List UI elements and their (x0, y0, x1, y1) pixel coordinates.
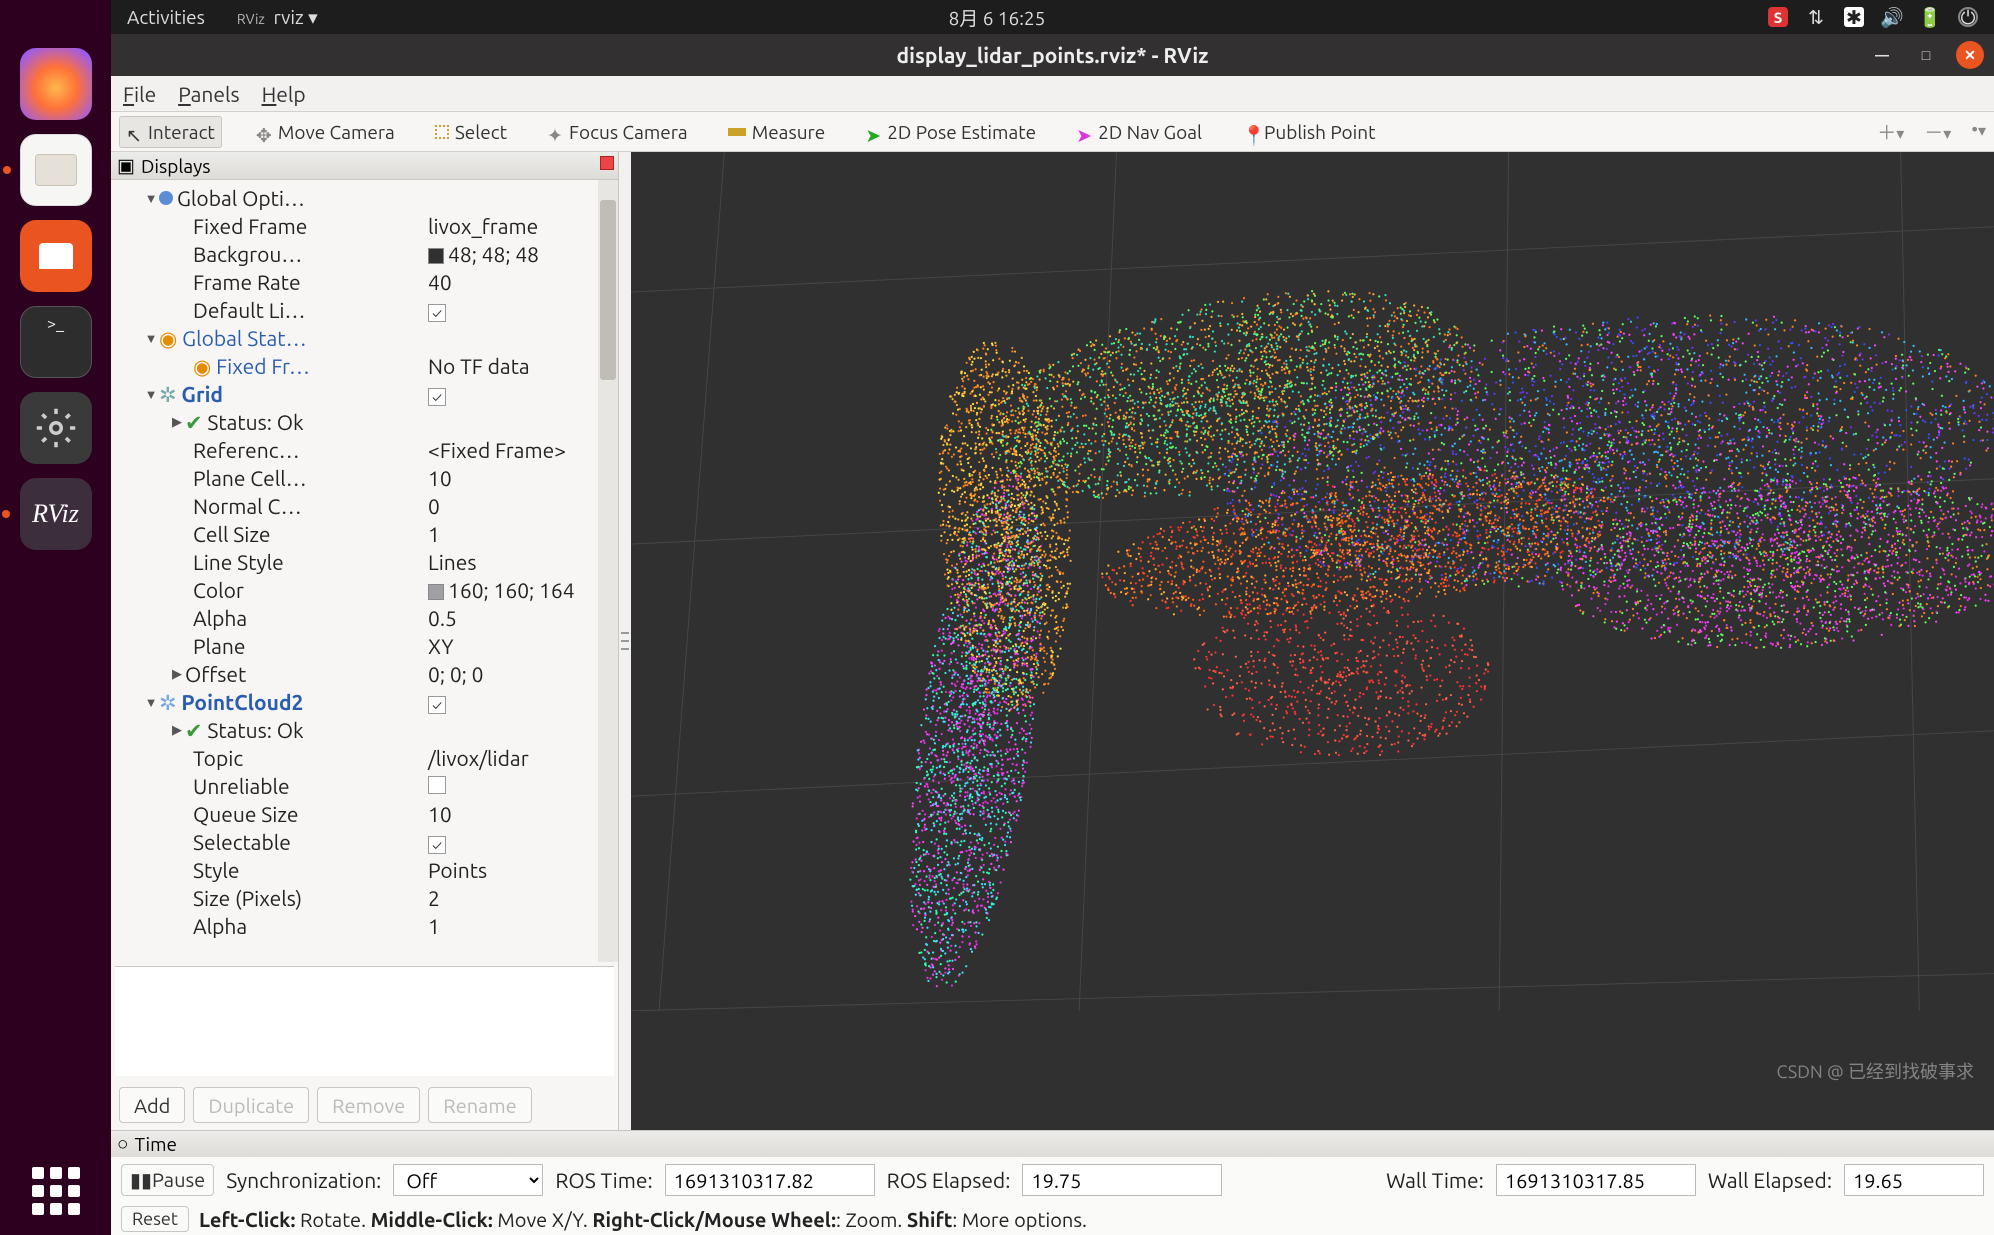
panel-close-icon[interactable] (600, 156, 614, 170)
pointcloud (631, 152, 1994, 1011)
dock-rviz-icon[interactable]: RViz (20, 478, 92, 550)
sync-label: Synchronization: (226, 1168, 381, 1192)
duplicate-button: Duplicate (193, 1087, 309, 1123)
add-button[interactable]: Add (119, 1087, 185, 1123)
tool-remove-icon[interactable]: －▾ (1924, 118, 1951, 145)
nav-arrow-icon: ➤ (1076, 124, 1092, 140)
tool-measure[interactable]: Measure (722, 117, 832, 147)
tray-network-icon[interactable]: ⇅ (1806, 7, 1826, 27)
time-panel: ○Time ▮▮Pause Synchronization: Off ROS T… (111, 1130, 1994, 1235)
move-icon: ✥ (256, 124, 272, 140)
pose-arrow-icon: ➤ (865, 124, 881, 140)
checkbox-icon[interactable]: ✓ (428, 836, 446, 854)
dock-settings-icon[interactable] (20, 392, 92, 464)
dock-files-icon[interactable] (20, 134, 92, 206)
remove-button: Remove (317, 1087, 420, 1123)
tray-volume-icon[interactable]: 🔊 (1882, 7, 1902, 27)
pin-icon: 📍 (1242, 124, 1258, 140)
toolbar: ↖Interact ✥Move Camera Select ✦Focus Cam… (111, 112, 1994, 152)
app-menu[interactable]: RViz rviz ▾ (237, 6, 318, 29)
minimize-button[interactable]: — (1868, 41, 1896, 69)
close-button[interactable]: ✕ (1956, 41, 1984, 69)
rostime-value[interactable] (665, 1164, 875, 1196)
window-title: display_lidar_points.rviz* - RViz (897, 43, 1209, 67)
roselapsed-value[interactable] (1022, 1164, 1222, 1196)
tool-focus-camera[interactable]: ✦Focus Camera (541, 117, 694, 147)
checkbox-icon[interactable]: ✓ (428, 304, 446, 322)
window-titlebar: display_lidar_points.rviz* - RViz — □ ✕ (111, 34, 1994, 76)
reset-button[interactable]: Reset (121, 1206, 189, 1232)
tool-move-camera[interactable]: ✥Move Camera (250, 117, 401, 147)
rename-button: Rename (428, 1087, 531, 1123)
checkbox-icon[interactable]: ✓ (428, 388, 446, 406)
walltime-label: Wall Time: (1386, 1168, 1484, 1192)
checkbox-icon[interactable] (428, 776, 446, 794)
tool-add-icon[interactable]: ＋▾ (1877, 118, 1904, 145)
dock-software-icon[interactable] (20, 220, 92, 292)
tool-2d-pose[interactable]: ➤2D Pose Estimate (859, 117, 1042, 147)
displays-tree[interactable]: ▼Global Opti… Fixed Framelivox_frame Bac… (111, 180, 618, 962)
description-area (115, 966, 614, 1076)
wallelapsed-value[interactable] (1844, 1164, 1984, 1196)
ruler-icon (728, 128, 746, 136)
tray-power-icon[interactable]: ⏻ (1958, 7, 1978, 27)
activities-button[interactable]: Activities (127, 6, 205, 28)
menubar: File Panels Help (111, 76, 1994, 112)
dock-firefox-icon[interactable] (20, 48, 92, 120)
gnome-topbar: Activities RViz rviz ▾ 8月 6 16:25 S ⇅ ✱ … (111, 0, 1994, 34)
tray-bluetooth-icon[interactable]: ✱ (1844, 7, 1864, 27)
checkbox-icon[interactable]: ✓ (428, 696, 446, 714)
roselapsed-label: ROS Elapsed: (887, 1168, 1011, 1192)
tool-2d-nav[interactable]: ➤2D Nav Goal (1070, 117, 1208, 147)
menu-help[interactable]: Help (262, 82, 306, 106)
walltime-value[interactable] (1496, 1164, 1696, 1196)
tool-publish-point[interactable]: 📍Publish Point (1236, 117, 1382, 147)
displays-header[interactable]: ▣Displays (111, 152, 618, 180)
tool-interact[interactable]: ↖Interact (119, 116, 222, 148)
clock[interactable]: 8月 6 16:25 (949, 4, 1046, 31)
focus-icon: ✦ (547, 124, 563, 140)
select-icon (435, 125, 449, 139)
menu-file[interactable]: File (123, 82, 156, 106)
ubuntu-dock: >_ RViz (0, 0, 111, 1235)
splitter[interactable] (619, 152, 631, 1130)
displays-panel: ▣Displays ▼Global Opti… Fixed Framelivox… (111, 152, 619, 1130)
tray-battery-icon[interactable]: 🔋 (1920, 7, 1940, 27)
tool-select[interactable]: Select (429, 117, 513, 147)
maximize-button[interactable]: □ (1912, 41, 1940, 69)
pause-button[interactable]: ▮▮Pause (121, 1164, 214, 1196)
tree-scrollbar[interactable] (598, 180, 618, 962)
tool-more-icon[interactable]: •▾ (1971, 118, 1986, 145)
3d-viewport[interactable]: CSDN @ 已经到找破事求 (631, 152, 1994, 1130)
rostime-label: ROS Time: (555, 1168, 652, 1192)
dock-terminal-icon[interactable]: >_ (20, 306, 92, 378)
tray-sogou-icon[interactable]: S (1768, 7, 1788, 27)
time-header[interactable]: ○Time (111, 1131, 1994, 1157)
watermark: CSDN @ 已经到找破事求 (1777, 1058, 1974, 1084)
sync-select[interactable]: Off (393, 1164, 543, 1196)
cursor-icon: ↖ (126, 124, 142, 140)
menu-panels[interactable]: Panels (178, 82, 239, 106)
dock-apps-icon[interactable] (32, 1167, 80, 1215)
hint-bar: Reset Left-Click: Rotate. Middle-Click: … (111, 1203, 1994, 1235)
wallelapsed-label: Wall Elapsed: (1708, 1168, 1832, 1192)
